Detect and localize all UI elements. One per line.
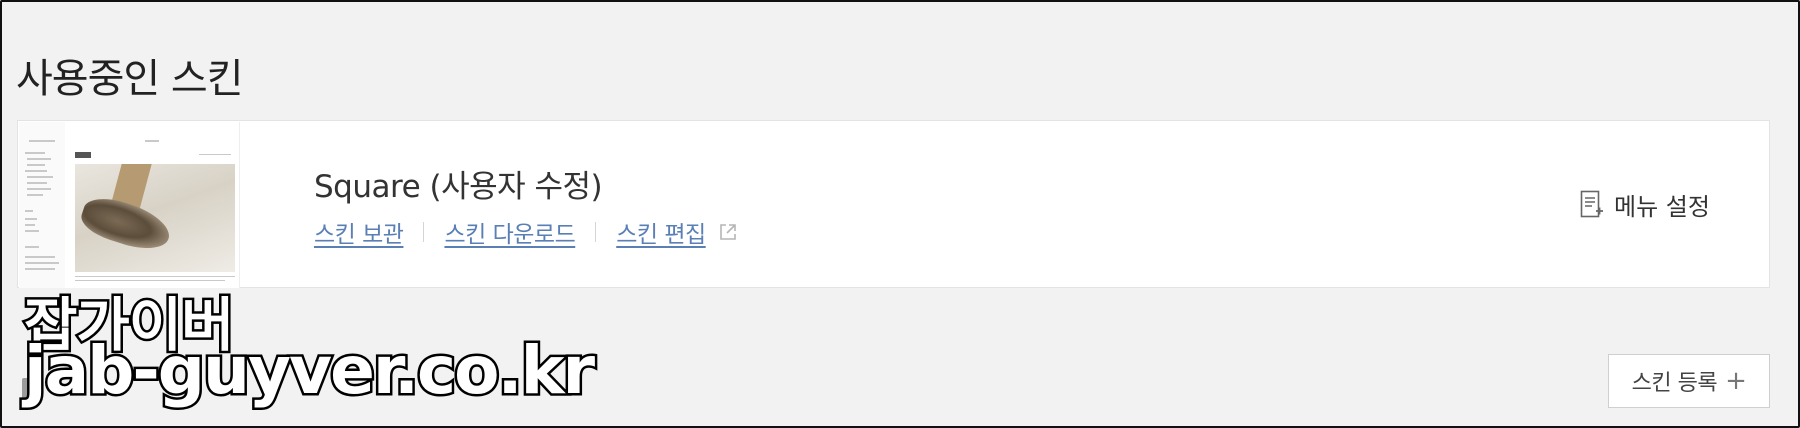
skin-name: Square (사용자 수정) <box>314 169 603 205</box>
watermark-url: jab-guyver.co.kr <box>21 330 597 412</box>
register-skin-button[interactable]: 스킨 등록 + <box>1608 354 1770 408</box>
plus-icon: + <box>1725 366 1747 396</box>
separator <box>423 222 425 242</box>
skin-thumbnail[interactable] <box>19 122 240 288</box>
cat-photo <box>75 164 235 272</box>
page-frame: 사용중인 스킨 Square (사용자 수정) 스킨 보관 스킨 다운로드 스킨… <box>0 0 1800 428</box>
menu-setting-button[interactable]: 메뉴 설정 <box>1580 187 1710 222</box>
store-skin-link[interactable]: 스킨 보관 <box>314 215 404 249</box>
download-skin-link[interactable]: 스킨 다운로드 <box>444 215 575 249</box>
menu-setting-icon <box>1580 190 1603 217</box>
section-title: 사용중인 스킨 <box>16 56 244 102</box>
edit-skin-link[interactable]: 스킨 편집 <box>616 215 706 249</box>
thumbnail-preview <box>69 122 239 288</box>
thumbnail-sidebar <box>19 122 65 288</box>
external-link-icon[interactable] <box>718 222 738 242</box>
separator <box>595 222 597 242</box>
current-skin-card: Square (사용자 수정) 스킨 보관 스킨 다운로드 스킨 편집 메뉴 설… <box>17 120 1770 288</box>
skin-actions: 스킨 보관 스킨 다운로드 스킨 편집 <box>314 215 738 249</box>
menu-setting-label: 메뉴 설정 <box>1614 193 1710 221</box>
register-skin-label: 스킨 등록 <box>1631 371 1718 396</box>
